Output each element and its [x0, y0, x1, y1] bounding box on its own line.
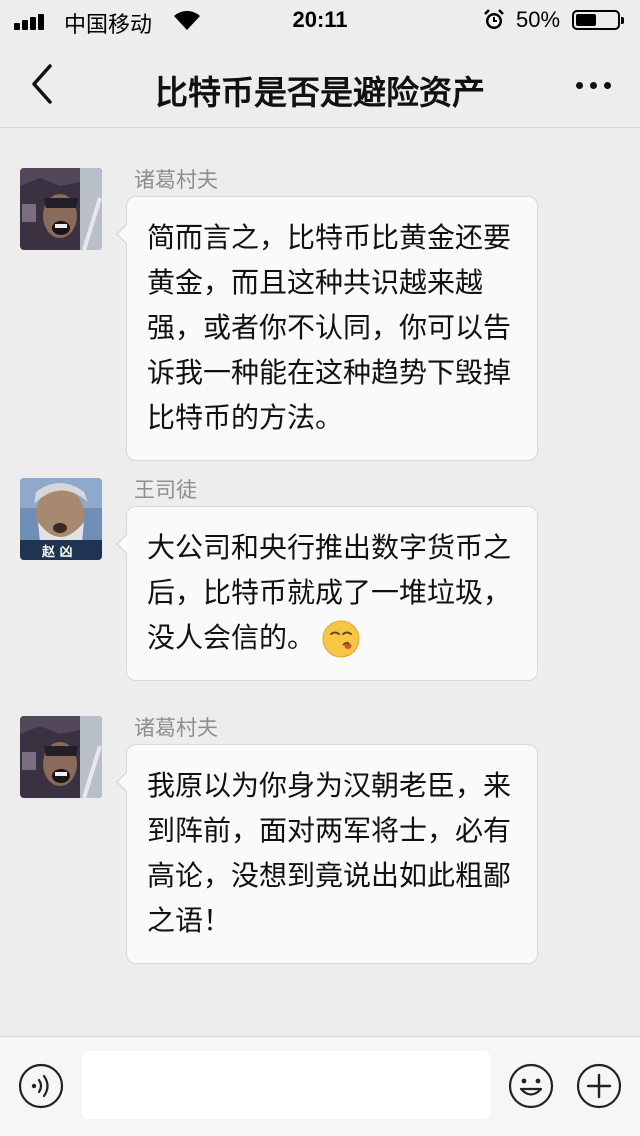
smirk-face-icon: [322, 620, 360, 658]
message-bubble[interactable]: 大公司和央行推出数字货币之后，比特币就成了一堆垃圾，没人会信的。: [116, 506, 538, 681]
chat-title: 比特币是否是避险资产: [155, 73, 485, 112]
message-bubble[interactable]: 简而言之，比特币比黄金还要黄金，而且这种共识越来越强，或者你不认同，你可以告诉我…: [116, 196, 538, 461]
message-bubble[interactable]: 我原以为你身为汉朝老臣，来到阵前，面对两军将士，必有高论，没想到竟说出如此粗鄙之…: [116, 744, 538, 964]
voice-input-icon[interactable]: [18, 1063, 64, 1109]
avatar[interactable]: [20, 168, 102, 250]
battery-icon: [572, 10, 624, 30]
add-plus-icon[interactable]: [576, 1063, 622, 1109]
more-options-icon[interactable]: [574, 72, 614, 96]
battery-percentage: 50%: [516, 7, 561, 32]
sender-name: 王司徒: [134, 478, 197, 502]
avatar[interactable]: [20, 716, 102, 798]
message-text: 简而言之，比特币比黄金还要黄金，而且这种共识越来越强，或者你不认同，你可以告诉我…: [147, 221, 512, 434]
avatar-caption: 赵 凶: [41, 544, 73, 560]
sender-name: 诸葛村夫: [134, 716, 218, 740]
chat-screen: 中国移动 20:11 50% 比特币是否是避险资产 诸葛村夫 简而言之，比特币比…: [0, 0, 640, 1136]
emoji-face-icon[interactable]: [508, 1063, 554, 1109]
message-input[interactable]: [82, 1051, 490, 1119]
navigation-bar: 比特币是否是避险资产: [0, 40, 640, 128]
avatar[interactable]: 赵 凶: [20, 478, 102, 560]
message-list[interactable]: 诸葛村夫 简而言之，比特币比黄金还要黄金，而且这种共识越来越强，或者你不认同，你…: [0, 128, 640, 1036]
alarm-clock-icon: [484, 9, 504, 29]
message-text: 我原以为你身为汉朝老臣，来到阵前，面对两军将士，必有高论，没想到竟说出如此粗鄙之…: [147, 769, 512, 937]
input-bar: [0, 1036, 640, 1136]
status-bar: 中国移动 20:11 50%: [0, 0, 640, 40]
sender-name: 诸葛村夫: [134, 168, 218, 192]
